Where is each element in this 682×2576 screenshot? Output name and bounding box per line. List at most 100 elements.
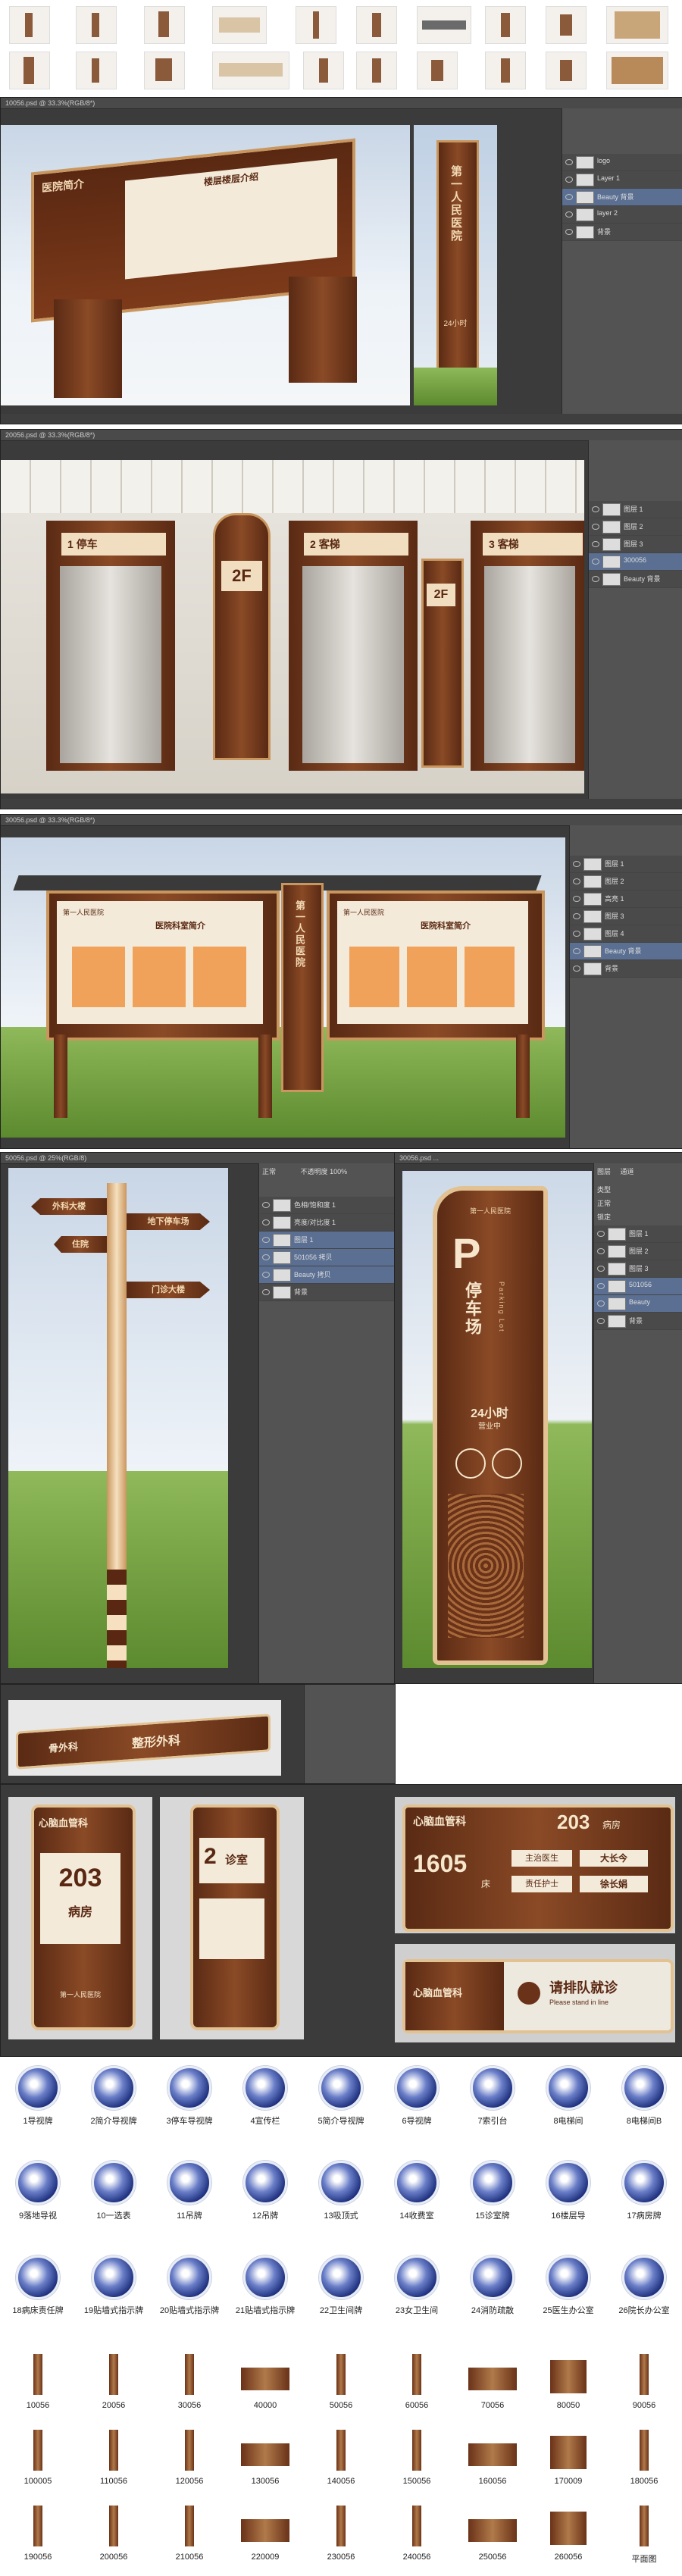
thumbnail-file[interactable]: 40000 xyxy=(227,2351,303,2410)
top-thumb[interactable] xyxy=(76,52,117,89)
file-item[interactable]: 4宣传栏 xyxy=(227,2066,303,2127)
file-item[interactable]: 11吊牌 xyxy=(152,2161,227,2221)
file-item[interactable]: 7索引台 xyxy=(455,2066,530,2127)
layer-row[interactable]: 图层 1 xyxy=(589,501,682,518)
layer-row[interactable]: 图层 3 xyxy=(594,1260,682,1278)
top-thumb[interactable] xyxy=(296,6,336,44)
file-item[interactable]: 1导视牌 xyxy=(0,2066,76,2127)
thumbnail-file[interactable]: 160056 xyxy=(455,2427,530,2486)
thumbnail-file[interactable]: 50056 xyxy=(303,2351,379,2410)
thumbnail-file[interactable]: 20056 xyxy=(76,2351,152,2410)
top-thumb[interactable] xyxy=(144,52,185,89)
layer-row[interactable]: 图层 1 xyxy=(594,1225,682,1243)
layer-row[interactable]: 图层 3 xyxy=(589,536,682,553)
thumbnail-file[interactable]: 260056 xyxy=(530,2502,606,2562)
layer-row[interactable]: 背景 xyxy=(259,1284,395,1301)
thumbnail-file[interactable]: 190056 xyxy=(0,2502,76,2562)
opacity-value[interactable]: 100% xyxy=(330,1168,347,1175)
file-item[interactable]: 12吊牌 xyxy=(227,2161,303,2221)
layer-row[interactable]: Layer 1 xyxy=(562,171,682,189)
top-thumb[interactable] xyxy=(606,52,668,89)
top-thumb[interactable] xyxy=(356,52,397,89)
top-thumb[interactable] xyxy=(546,52,587,89)
layer-row[interactable]: layer 2 xyxy=(562,206,682,224)
top-thumb[interactable] xyxy=(212,6,267,44)
layer-row[interactable]: Beauty 背景 xyxy=(570,943,682,960)
file-item[interactable]: 10一选表 xyxy=(76,2161,152,2221)
thumbnail-file[interactable]: 250056 xyxy=(455,2502,530,2562)
thumbnail-file[interactable]: 150056 xyxy=(379,2427,455,2486)
file-item[interactable]: 8电梯间 xyxy=(530,2066,606,2127)
layer-row[interactable]: 背景 xyxy=(562,224,682,241)
layer-row[interactable]: 图层 4 xyxy=(570,925,682,943)
file-item[interactable]: 22卫生间牌 xyxy=(303,2255,379,2316)
file-item[interactable]: 24消防疏散 xyxy=(455,2255,530,2316)
layer-row[interactable]: 图层 1 xyxy=(259,1232,395,1249)
thumbnail-file[interactable]: 180056 xyxy=(606,2427,682,2486)
thumbnail-file[interactable]: 90056 xyxy=(606,2351,682,2410)
tab-channels[interactable]: 通道 xyxy=(621,1168,634,1175)
thumbnail-file[interactable]: 170009 xyxy=(530,2427,606,2486)
thumbnail-file[interactable]: 60056 xyxy=(379,2351,455,2410)
file-item[interactable]: 13吸顶式 xyxy=(303,2161,379,2221)
file-item[interactable]: 19贴墙式指示牌 xyxy=(76,2255,152,2316)
layer-row[interactable]: 300056 xyxy=(589,553,682,571)
top-thumb[interactable] xyxy=(417,52,458,89)
file-item[interactable]: 16楼层导 xyxy=(530,2161,606,2221)
thumbnail-file[interactable]: 30056 xyxy=(152,2351,227,2410)
layer-row[interactable]: 图层 2 xyxy=(589,518,682,536)
tab-layers[interactable]: 图层 xyxy=(597,1168,611,1175)
thumbnail-file[interactable]: 210056 xyxy=(152,2502,227,2562)
blend-mode[interactable]: 正常 xyxy=(262,1168,276,1175)
file-item[interactable]: 21贴墙式指示牌 xyxy=(227,2255,303,2316)
thumbnail-file[interactable]: 80050 xyxy=(530,2351,606,2410)
top-thumb[interactable] xyxy=(485,52,526,89)
file-item[interactable]: 9落地导视 xyxy=(0,2161,76,2221)
layer-row[interactable]: 501056 xyxy=(594,1278,682,1295)
top-thumb[interactable] xyxy=(417,6,471,44)
top-thumb[interactable] xyxy=(76,6,117,44)
thumbnail-file[interactable]: 100005 xyxy=(0,2427,76,2486)
thumbnail-file[interactable]: 240056 xyxy=(379,2502,455,2562)
top-thumb[interactable] xyxy=(212,52,289,89)
layer-row[interactable]: 图层 1 xyxy=(570,856,682,873)
layer-row[interactable]: 色相/饱和度 1 xyxy=(259,1197,395,1214)
layer-row[interactable]: 背景 xyxy=(594,1313,682,1330)
thumbnail-file[interactable]: 平面图 xyxy=(606,2502,682,2565)
top-thumb[interactable] xyxy=(546,6,587,44)
thumbnail-file[interactable]: 10056 xyxy=(0,2351,76,2410)
top-thumb[interactable] xyxy=(485,6,526,44)
file-item[interactable]: 26院长办公室 xyxy=(606,2255,682,2316)
file-item[interactable]: 23女卫生间 xyxy=(379,2255,455,2316)
layer-row[interactable]: 亮度/对比度 1 xyxy=(259,1214,395,1232)
layer-row[interactable]: 图层 2 xyxy=(594,1243,682,1260)
file-item[interactable]: 3停车导视牌 xyxy=(152,2066,227,2127)
layer-row[interactable]: Beauty 背景 xyxy=(562,189,682,206)
top-thumb[interactable] xyxy=(9,6,50,44)
layer-row[interactable]: Beauty 拷贝 xyxy=(259,1266,395,1284)
layer-row[interactable]: Beauty xyxy=(594,1295,682,1313)
top-thumb[interactable] xyxy=(356,6,397,44)
layer-row[interactable]: 高亮 1 xyxy=(570,890,682,908)
file-item[interactable]: 17病房牌 xyxy=(606,2161,682,2221)
thumbnail-file[interactable]: 200056 xyxy=(76,2502,152,2562)
layer-kind[interactable]: 类型 xyxy=(594,1185,682,1198)
file-item[interactable]: 25医生办公室 xyxy=(530,2255,606,2316)
layer-row[interactable]: Beauty 背景 xyxy=(589,571,682,588)
layer-row[interactable]: 图层 3 xyxy=(570,908,682,925)
layer-row[interactable]: 501056 拷贝 xyxy=(259,1249,395,1266)
thumbnail-file[interactable]: 110056 xyxy=(76,2427,152,2486)
top-thumb[interactable] xyxy=(144,6,185,44)
file-item[interactable]: 8电梯间B xyxy=(606,2066,682,2127)
top-thumb[interactable] xyxy=(606,6,668,44)
layer-row[interactable]: 图层 2 xyxy=(570,873,682,890)
file-item[interactable]: 14收费室 xyxy=(379,2161,455,2221)
layer-row[interactable]: 背景 xyxy=(570,960,682,978)
file-item[interactable]: 5简介导视牌 xyxy=(303,2066,379,2127)
thumbnail-file[interactable]: 140056 xyxy=(303,2427,379,2486)
file-item[interactable]: 15诊室牌 xyxy=(455,2161,530,2221)
thumbnail-file[interactable]: 70056 xyxy=(455,2351,530,2410)
top-thumb[interactable] xyxy=(9,52,50,89)
file-item[interactable]: 18病床责任牌 xyxy=(0,2255,76,2316)
thumbnail-file[interactable]: 220009 xyxy=(227,2502,303,2562)
